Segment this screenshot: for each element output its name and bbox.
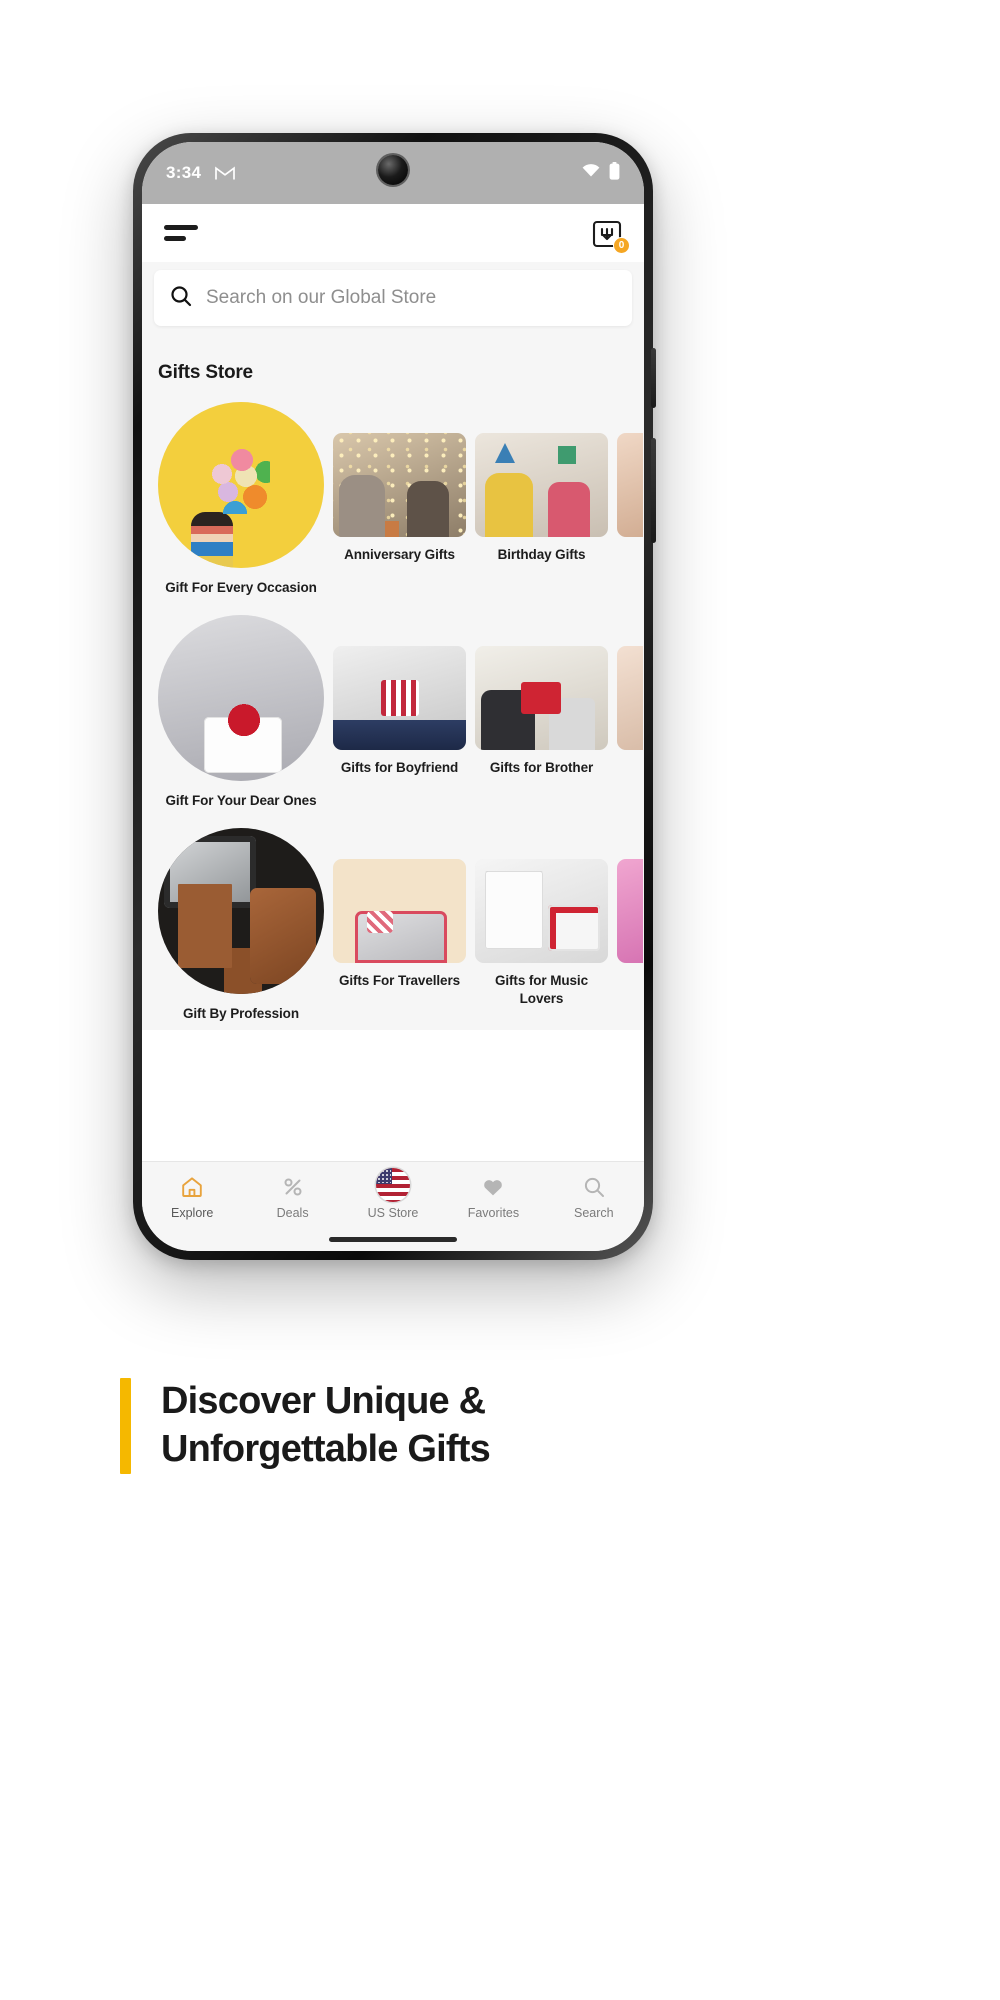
hamburger-menu-icon[interactable] — [162, 219, 200, 247]
search-section: Search on our Global Store — [142, 262, 644, 340]
category-card[interactable]: Gifts for Boyfriend — [333, 615, 466, 777]
home-indicator[interactable] — [329, 1237, 457, 1242]
category-label: Gift For Your Dear Ones — [165, 792, 317, 808]
volume-button[interactable] — [651, 438, 656, 543]
search-bar[interactable]: Search on our Global Store — [154, 270, 632, 326]
gmail-icon — [215, 166, 236, 181]
category-card-featured[interactable]: Gift By Profession — [158, 827, 324, 1023]
page-title: Gifts Store — [158, 362, 253, 383]
category-thumbnail — [333, 433, 466, 537]
nav-item-search[interactable]: Search — [544, 1174, 644, 1220]
us-flag-icon — [376, 1168, 411, 1202]
category-card-partial[interactable] — [617, 615, 643, 750]
search-input[interactable]: Search on our Global Store — [206, 287, 436, 309]
status-bar: 3:34 — [142, 142, 644, 204]
category-card-partial[interactable] — [617, 402, 643, 537]
category-label: Anniversary Gifts — [344, 547, 455, 562]
category-card[interactable]: Gifts for Music Lovers — [475, 828, 608, 1008]
category-card[interactable]: Birthday Gifts — [475, 402, 608, 564]
power-button[interactable] — [651, 348, 656, 408]
category-thumbnail — [158, 402, 324, 568]
category-thumbnail — [333, 645, 466, 750]
category-card-partial[interactable] — [617, 828, 643, 963]
category-label: Birthday Gifts — [497, 547, 586, 562]
nav-label: Deals — [276, 1206, 309, 1220]
search-icon — [170, 285, 192, 312]
category-thumbnail — [617, 858, 643, 963]
battery-icon — [609, 161, 620, 185]
status-icons — [582, 161, 620, 185]
category-thumbnail — [158, 827, 324, 994]
tagline-block: Discover Unique & Unforgettable Gifts — [120, 1378, 491, 1474]
nav-label: Favorites — [467, 1206, 520, 1220]
nav-label: Search — [574, 1206, 614, 1220]
nav-item-favorites[interactable]: Favorites — [443, 1174, 543, 1220]
search-icon — [582, 1174, 606, 1200]
heart-icon — [481, 1174, 505, 1200]
category-card[interactable]: Gifts for Brother — [475, 615, 608, 777]
category-row: Gift By Profession Gifts For Travellers … — [158, 827, 643, 1023]
category-thumbnail — [617, 433, 643, 537]
cart-badge: 0 — [613, 237, 630, 254]
category-thumbnail — [158, 614, 324, 781]
phone-mockup: 3:34 0 Search on our Global Store Gifts … — [133, 133, 656, 1260]
app-header: 0 — [142, 204, 644, 262]
category-thumbnail — [617, 645, 643, 750]
nav-label: US Store — [367, 1206, 419, 1220]
category-thumbnail — [475, 645, 608, 750]
category-label: Gifts for Music Lovers — [494, 972, 588, 1006]
tagline-line-1: Discover Unique & — [161, 1380, 486, 1422]
percent-icon — [281, 1174, 305, 1200]
phone-screen: 3:34 0 Search on our Global Store Gifts … — [142, 142, 644, 1251]
wifi-icon — [582, 164, 600, 182]
gifts-store-content[interactable]: Gifts Store Gift For Every Occasion Anni… — [142, 340, 644, 1030]
category-label: Gift For Every Occasion — [165, 580, 317, 595]
category-card-featured[interactable]: Gift For Every Occasion — [158, 402, 324, 597]
category-label: Gift By Profession — [183, 1005, 299, 1021]
category-card[interactable]: Gifts For Travellers — [333, 828, 466, 990]
category-row: Gift For Every Occasion Anniversary Gift… — [158, 402, 643, 597]
category-label: Gifts for Boyfriend — [340, 759, 459, 775]
category-card-featured[interactable]: Gift For Your Dear Ones — [158, 614, 324, 810]
nav-item-explore[interactable]: Explore — [142, 1174, 242, 1220]
category-label: Gifts for Brother — [489, 759, 594, 775]
nav-label: Explore — [171, 1206, 214, 1220]
status-time: 3:34 — [166, 163, 202, 182]
category-thumbnail — [333, 858, 466, 963]
tagline-line-2: Unforgettable Gifts — [161, 1427, 491, 1470]
front-camera — [378, 155, 408, 185]
category-thumbnail — [475, 433, 608, 537]
category-row: Gift For Your Dear Ones Gifts for Boyfri… — [158, 614, 643, 810]
home-icon — [180, 1174, 204, 1200]
category-label: Gifts For Travellers — [338, 972, 461, 988]
nav-item-us-store[interactable]: US Store — [343, 1168, 443, 1220]
shopping-cart-button[interactable]: 0 — [590, 216, 630, 254]
category-thumbnail — [475, 858, 608, 963]
category-card[interactable]: Anniversary Gifts — [333, 402, 466, 564]
tagline-text: Discover Unique & Unforgettable Gifts — [161, 1378, 491, 1474]
tagline-accent-bar — [120, 1378, 131, 1474]
nav-item-deals[interactable]: Deals — [242, 1174, 342, 1220]
